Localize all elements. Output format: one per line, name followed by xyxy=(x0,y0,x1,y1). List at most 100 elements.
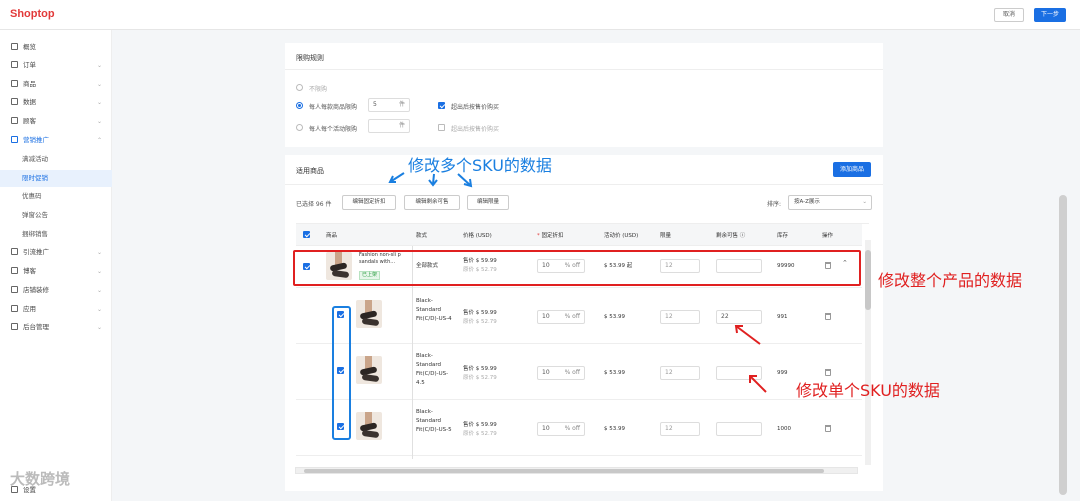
col-remaining: 剩余可售 ⓘ xyxy=(716,233,746,239)
apps-icon xyxy=(11,305,18,312)
chevron-down-icon: ⌄ xyxy=(96,249,102,256)
annotation-red-arrows xyxy=(734,325,767,393)
per-activity-limit-radio[interactable] xyxy=(296,124,303,131)
col-action: 操作 xyxy=(822,233,834,239)
limit-input[interactable]: 12 xyxy=(660,422,700,436)
compare-price-cell: 原价 $ 52.79 xyxy=(463,431,497,437)
chevron-down-icon: ⌄ xyxy=(96,287,102,294)
products-card: 适用商品 添加商品 已选择 96 件 编辑固定折扣 编辑剩余可售 编辑限量 排序… xyxy=(285,155,883,491)
limit-rules-title: 限购规则 xyxy=(296,54,324,62)
per-product-limit-input[interactable]: 5件 xyxy=(368,98,410,112)
col-product: 商品 xyxy=(326,233,338,239)
table-horizontal-scrollbar[interactable] xyxy=(295,467,858,474)
limit-rules-card: 限购规则 不限购 每人每款商品限购 5件 超出后按售价购买 每人每个活动限购 件… xyxy=(285,43,883,147)
per-product-overflow-label: 超出后按售价购买 xyxy=(451,104,500,111)
promo-price-cell: $ 53.99 xyxy=(604,370,625,376)
page-scrollbar[interactable] xyxy=(1059,195,1067,495)
store-design-icon xyxy=(11,286,18,293)
app-logo: Shoptop xyxy=(10,8,55,20)
discount-input[interactable]: 10% off xyxy=(537,366,585,380)
chevron-down-icon: ⌄ xyxy=(96,62,102,69)
annotation-arrows xyxy=(388,172,473,188)
dashboard-icon xyxy=(11,43,18,50)
variant-thumbnail xyxy=(356,356,382,384)
per-product-overflow-checkbox[interactable] xyxy=(438,102,445,109)
sidebar-item-products[interactable]: 商品 ⌄ xyxy=(0,76,112,93)
no-limit-radio[interactable] xyxy=(296,84,303,91)
price-cell: 售价 $ 59.99 xyxy=(463,366,497,372)
remaining-input[interactable] xyxy=(716,422,762,436)
chevron-down-icon: ⌄ xyxy=(96,81,102,88)
sidebar-item-blog[interactable]: 博客 ⌄ xyxy=(0,263,112,280)
sidebar-item-coupon[interactable]: 优惠码 xyxy=(0,188,112,205)
tag-icon xyxy=(11,136,18,143)
annotation-whole-product-box xyxy=(293,250,861,286)
discount-input[interactable]: 10% off xyxy=(537,310,585,324)
per-activity-limit-label: 每人每个活动限购 xyxy=(309,126,358,133)
per-product-limit-radio[interactable] xyxy=(296,102,303,109)
sidebar-item-orders[interactable]: 订单 ⌄ xyxy=(0,57,112,74)
variant-cell: Black-Standard Fit(C/D)-US-5 xyxy=(416,409,452,433)
sort-select[interactable]: 按A-Z展示 ⌄ xyxy=(788,195,872,210)
col-promo-price: 活动价 (USD) xyxy=(604,233,639,239)
trash-icon[interactable] xyxy=(825,425,831,432)
chevron-down-icon: ⌄ xyxy=(96,118,102,125)
chevron-down-icon: ⌄ xyxy=(96,306,102,313)
cancel-button[interactable]: 取消 xyxy=(994,8,1024,22)
products-title: 适用商品 xyxy=(296,167,324,175)
chevron-down-icon: ⌄ xyxy=(862,199,867,205)
sidebar-item-data[interactable]: 数据 ⌄ xyxy=(0,94,112,111)
sidebar-item-bundle[interactable]: 捆绑销售 xyxy=(0,226,112,243)
col-variant: 款式 xyxy=(416,233,428,239)
trash-icon[interactable] xyxy=(825,369,831,376)
sidebar-item-apps[interactable]: 应用 ⌄ xyxy=(0,301,112,318)
sidebar-item-popup[interactable]: 弹窗公告 xyxy=(0,207,112,224)
stock-cell: 1000 xyxy=(777,426,791,432)
trash-icon[interactable] xyxy=(825,313,831,320)
col-price: 价格 (USD) xyxy=(463,233,492,239)
limit-input[interactable]: 12 xyxy=(660,310,700,324)
limit-input[interactable]: 12 xyxy=(660,366,700,380)
per-activity-overflow-label: 超出后按售价购买 xyxy=(451,126,500,133)
sidebar-item-traffic[interactable]: 引流推广 ⌄ xyxy=(0,244,112,261)
per-activity-limit-input[interactable]: 件 xyxy=(368,119,410,133)
variant-cell: Black- xyxy=(416,458,433,459)
divider xyxy=(285,69,883,70)
annotation-sku-checkbox-box xyxy=(332,306,351,440)
sidebar: 概览 订单 ⌄ 商品 ⌄ 数据 ⌄ 顾客 ⌄ 营销推广 ⌃ 满减活动 限时促销 优惠码 弹… xyxy=(0,30,112,501)
selected-count: 已选择 96 件 xyxy=(296,201,332,208)
variant-cell: Black-Standard Fit(C/D)-US-4 xyxy=(416,298,452,322)
discount-input[interactable]: 10% off xyxy=(537,422,585,436)
variant-cell: Black-Standard Fit(C/D)-US-4.5 xyxy=(416,353,449,386)
sidebar-item-overview[interactable]: 概览 xyxy=(0,39,112,56)
annotation-single-sku: 修改单个SKU的数据 xyxy=(796,381,940,400)
scrollbar-thumb[interactable] xyxy=(304,469,824,473)
sort-label: 排序: xyxy=(767,201,782,208)
sidebar-item-flash-sale[interactable]: 限时促销 xyxy=(0,170,112,187)
divider xyxy=(285,184,883,185)
table-row: Black- xyxy=(296,456,862,459)
col-limit: 限量 xyxy=(660,233,672,239)
per-activity-overflow-checkbox[interactable] xyxy=(438,124,445,131)
sidebar-item-admin[interactable]: 后台管理 ⌄ xyxy=(0,319,112,336)
data-icon xyxy=(11,98,18,105)
sidebar-item-store-design[interactable]: 店铺装修 ⌄ xyxy=(0,282,112,299)
annotation-whole-product: 修改整个产品的数据 xyxy=(878,271,1023,290)
col-stock: 库存 xyxy=(777,233,789,239)
sidebar-item-marketing[interactable]: 营销推广 ⌃ xyxy=(0,132,112,149)
scrollbar-thumb[interactable] xyxy=(865,250,871,310)
sidebar-item-full-reduction[interactable]: 满减活动 xyxy=(0,151,112,168)
no-limit-label: 不限购 xyxy=(309,86,328,93)
table-header: 商品 款式 价格 (USD) * 固定折扣 活动价 (USD) 限量 剩余可售 … xyxy=(296,224,862,246)
add-product-button[interactable]: 添加商品 xyxy=(833,162,871,177)
promo-price-cell: $ 53.99 xyxy=(604,314,625,320)
blog-icon xyxy=(11,267,18,274)
admin-icon xyxy=(11,323,18,330)
chevron-down-icon: ⌄ xyxy=(96,268,102,275)
sidebar-item-customers[interactable]: 顾客 ⌄ xyxy=(0,113,112,130)
next-button[interactable]: 下一步 xyxy=(1034,8,1066,22)
orders-icon xyxy=(11,61,18,68)
compare-price-cell: 原价 $ 52.79 xyxy=(463,375,497,381)
select-all-checkbox[interactable] xyxy=(303,231,310,238)
table-vertical-scrollbar[interactable] xyxy=(865,240,871,465)
